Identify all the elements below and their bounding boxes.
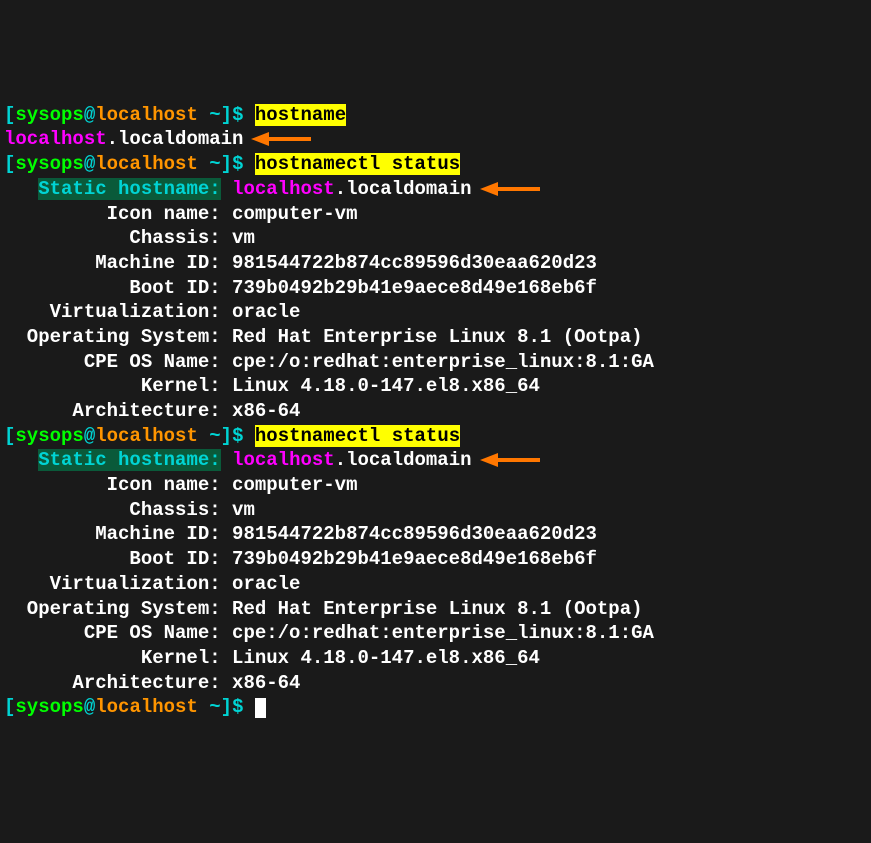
- pointer-arrow-icon: [480, 181, 540, 197]
- pointer-arrow-icon: [480, 452, 540, 468]
- pointer-arrow-icon: [251, 131, 311, 147]
- cursor-icon: [255, 698, 266, 718]
- hostname-output: localhost.localdomain: [4, 127, 867, 152]
- prompt-line-active[interactable]: [sysops@localhost ~]$: [4, 695, 867, 720]
- command-hostnamectl: hostnamectl status: [255, 425, 460, 447]
- prompt-line: [sysops@localhost ~]$ hostname: [4, 103, 867, 128]
- command-hostname: hostname: [255, 104, 346, 126]
- prompt-line: [sysops@localhost ~]$ hostnamectl status: [4, 424, 867, 449]
- prompt-line: [sysops@localhost ~]$ hostnamectl status: [4, 152, 867, 177]
- command-hostnamectl: hostnamectl status: [255, 153, 460, 175]
- terminal-output: [sysops@localhost ~]$ hostnamelocalhost.…: [4, 103, 867, 720]
